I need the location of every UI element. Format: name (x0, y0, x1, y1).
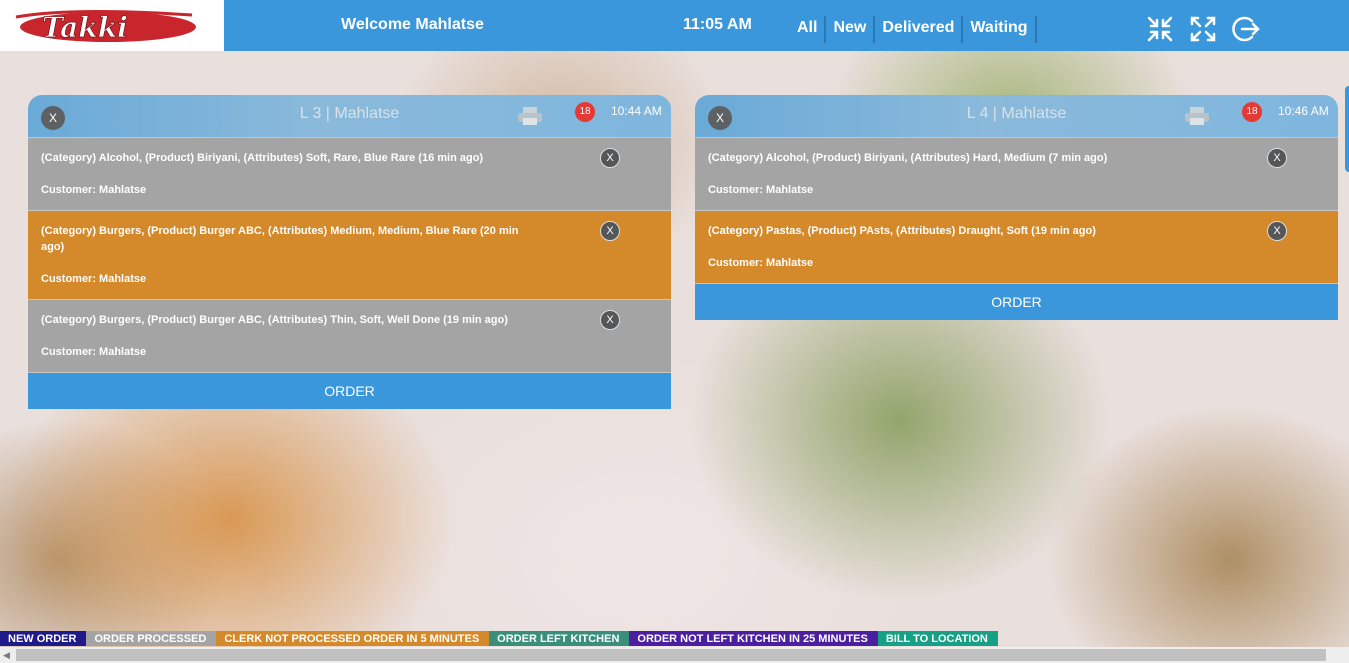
item-close-button[interactable]: X (600, 310, 620, 330)
legend-order-not-left-kitchen: ORDER NOT LEFT KITCHEN IN 25 MINUTES (629, 631, 878, 646)
takki-logo-icon: Takki (15, 9, 196, 44)
scrollbar-thumb[interactable] (16, 649, 1326, 661)
order-item-customer: Customer: Mahlatse (41, 184, 147, 196)
order-card-l4: X L 4 | Mahlatse 18 10:46 AM (Category) … (695, 95, 1338, 320)
legend-new-order: NEW ORDER (0, 631, 87, 646)
side-panel-tab[interactable] (1345, 86, 1349, 172)
order-item: (Category) Burgers, (Product) Burger ABC… (28, 210, 671, 299)
order-card-l3: X L 3 | Mahlatse 18 10:44 AM (Category) … (28, 95, 671, 409)
item-close-button[interactable]: X (1267, 221, 1287, 241)
order-item: (Category) Alcohol, (Product) Biriyani, … (28, 137, 671, 210)
scroll-left-icon[interactable]: ◀ (3, 650, 10, 661)
order-item-customer: Customer: Mahlatse (41, 346, 147, 358)
legend-order-processed: ORDER PROCESSED (86, 631, 217, 646)
order-item-customer: Customer: Mahlatse (41, 273, 147, 285)
item-close-button[interactable]: X (600, 221, 620, 241)
item-close-button[interactable]: X (1267, 148, 1287, 168)
filter-all[interactable]: All (790, 16, 827, 43)
order-item-customer: Customer: Mahlatse (708, 257, 814, 269)
current-time: 11:05 AM (683, 16, 752, 33)
order-item-text: (Category) Burgers, (Product) Burger ABC… (41, 314, 508, 326)
card-header: X L 3 | Mahlatse 18 10:44 AM (28, 95, 671, 137)
filter-waiting[interactable]: Waiting (963, 16, 1037, 43)
order-count-badge: 18 (575, 102, 595, 122)
horizontal-scrollbar[interactable]: ◀ (0, 647, 1349, 663)
logout-icon[interactable] (1232, 15, 1260, 43)
filter-tabs: All New Delivered Waiting (790, 16, 1037, 43)
card-time: 10:46 AM (1278, 104, 1329, 118)
order-item-customer: Customer: Mahlatse (708, 184, 814, 196)
legend-bill-to-location: BILL TO LOCATION (877, 631, 998, 646)
order-item-text: (Category) Alcohol, (Product) Biriyani, … (41, 152, 484, 164)
printer-icon[interactable] (518, 107, 542, 125)
order-count-badge: 18 (1242, 102, 1262, 122)
logo[interactable]: Takki (0, 0, 224, 51)
welcome-text: Welcome Mahlatse (341, 16, 484, 33)
svg-text:Takki: Takki (42, 11, 128, 44)
top-bar: Takki Welcome Mahlatse 11:05 AM All New … (0, 0, 1349, 51)
filter-delivered[interactable]: Delivered (875, 16, 964, 43)
order-item-text: (Category) Burgers, (Product) Burger ABC… (41, 225, 519, 253)
expand-icon[interactable] (1189, 15, 1217, 43)
status-legend: NEW ORDER ORDER PROCESSED CLERK NOT PROC… (0, 631, 998, 646)
order-item-text: (Category) Alcohol, (Product) Biriyani, … (708, 152, 1108, 164)
legend-order-left-kitchen: ORDER LEFT KITCHEN (489, 631, 630, 646)
order-item: (Category) Alcohol, (Product) Biriyani, … (695, 137, 1338, 210)
printer-icon[interactable] (1185, 107, 1209, 125)
card-time: 10:44 AM (611, 104, 662, 118)
order-button[interactable]: ORDER (28, 372, 671, 409)
order-item: (Category) Burgers, (Product) Burger ABC… (28, 299, 671, 372)
order-item: (Category) Pastas, (Product) PAsts, (Att… (695, 210, 1338, 283)
collapse-icon[interactable] (1146, 15, 1174, 43)
item-close-button[interactable]: X (600, 148, 620, 168)
card-header: X L 4 | Mahlatse 18 10:46 AM (695, 95, 1338, 137)
order-button[interactable]: ORDER (695, 283, 1338, 320)
filter-new[interactable]: New (826, 16, 876, 43)
order-item-text: (Category) Pastas, (Product) PAsts, (Att… (708, 225, 1096, 237)
legend-clerk-not-processed: CLERK NOT PROCESSED ORDER IN 5 MINUTES (216, 631, 490, 646)
